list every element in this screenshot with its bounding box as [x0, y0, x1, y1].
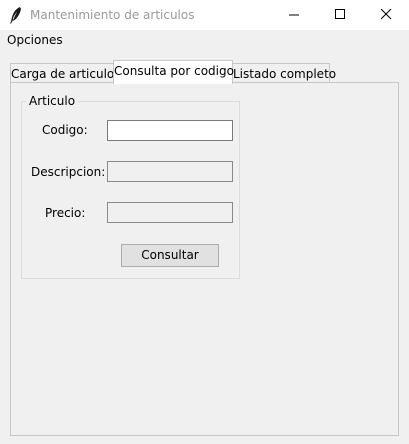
tab-consulta-por-codigo[interactable]: Consulta por codigo: [113, 60, 234, 84]
tab-listado-completo[interactable]: Listado completo: [232, 63, 336, 83]
group-label: Articulo: [26, 94, 79, 108]
feather-icon: [9, 6, 23, 24]
descripcion-field: [107, 161, 233, 182]
maximize-button[interactable]: [317, 0, 363, 30]
precio-field: [107, 202, 233, 223]
menu-opciones[interactable]: Opciones: [7, 33, 63, 47]
title-bar: Mantenimiento de articulos: [0, 0, 409, 30]
minimize-icon: [289, 14, 299, 16]
minimize-button[interactable]: [271, 0, 317, 30]
codigo-label: Codigo:: [42, 123, 88, 137]
consultar-button[interactable]: Consultar: [121, 244, 219, 267]
window-title: Mantenimiento de articulos: [30, 8, 195, 22]
precio-label: Precio:: [45, 206, 86, 220]
close-icon: [381, 9, 392, 20]
tab-carga-de-articulos[interactable]: Carga de articulos: [10, 63, 121, 83]
codigo-field[interactable]: [107, 120, 233, 141]
maximize-icon: [335, 9, 345, 19]
close-button[interactable]: [363, 0, 409, 30]
menu-bar: Opciones: [0, 30, 409, 50]
descripcion-label: Descripcion:: [31, 165, 106, 179]
